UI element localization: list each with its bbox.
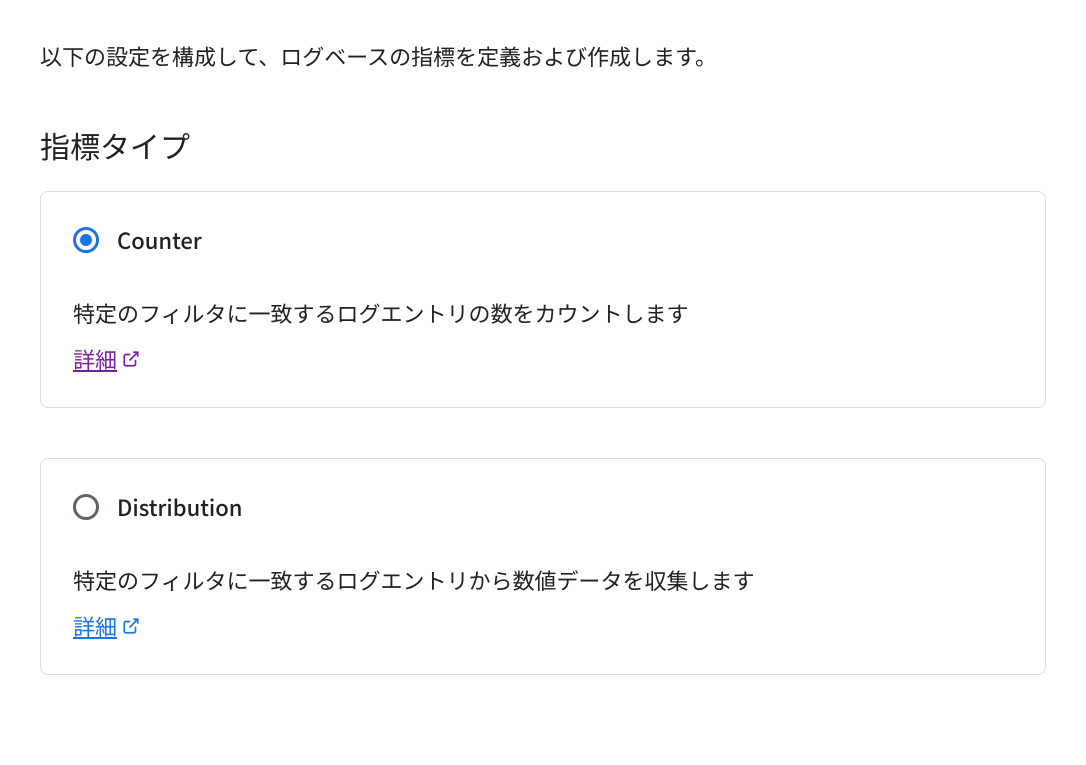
radio-row-counter[interactable]: Counter: [73, 224, 1013, 256]
section-title-metric-type: 指標タイプ: [40, 123, 1046, 167]
open-in-new-icon: [121, 349, 141, 369]
option-card-counter[interactable]: Counter 特定のフィルタに一致するログエントリの数をカウントします 詳細: [40, 191, 1046, 408]
link-distribution-details[interactable]: 詳細: [73, 610, 141, 642]
intro-text: 以下の設定を構成して、ログベースの指標を定義および作成します。: [40, 40, 1046, 73]
link-counter-details[interactable]: 詳細: [73, 343, 141, 375]
option-card-distribution[interactable]: Distribution 特定のフィルタに一致するログエントリから数値データを収…: [40, 458, 1046, 675]
radio-label-counter: Counter: [117, 224, 202, 256]
radio-counter[interactable]: [73, 227, 99, 253]
description-counter: 特定のフィルタに一致するログエントリの数をカウントします: [73, 296, 1013, 331]
radio-distribution[interactable]: [73, 494, 99, 520]
link-text-counter: 詳細: [73, 343, 117, 375]
description-distribution: 特定のフィルタに一致するログエントリから数値データを収集します: [73, 563, 1013, 598]
radio-row-distribution[interactable]: Distribution: [73, 491, 1013, 523]
radio-label-distribution: Distribution: [117, 491, 243, 523]
open-in-new-icon: [121, 616, 141, 636]
link-text-distribution: 詳細: [73, 610, 117, 642]
